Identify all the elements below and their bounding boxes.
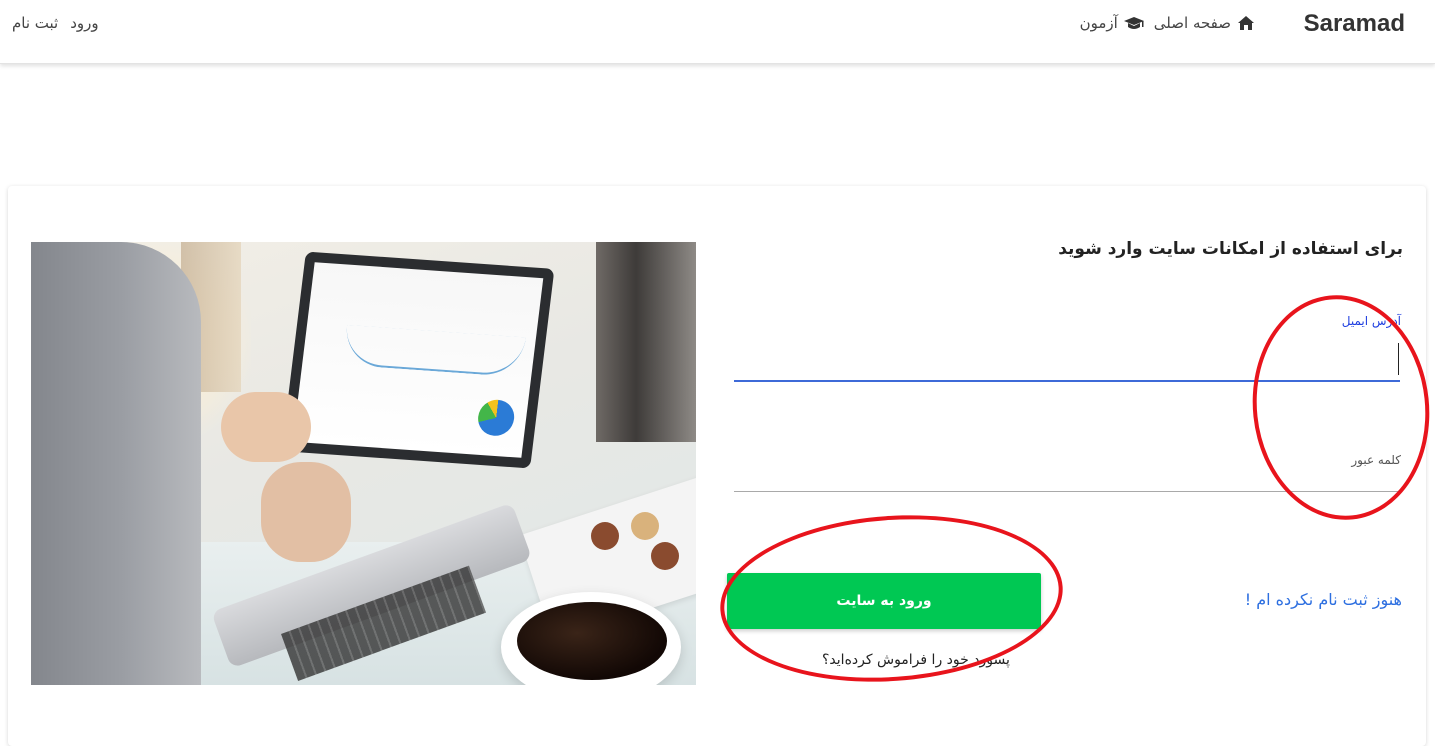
- password-field[interactable]: [734, 468, 1400, 492]
- register-link[interactable]: هنوز ثبت نام نکرده ام !: [1245, 590, 1402, 609]
- login-button[interactable]: ورود به سایت: [727, 573, 1041, 629]
- form-title: برای استفاده از امکانات سایت وارد شوید: [1058, 239, 1403, 259]
- text-caret: [1398, 343, 1399, 375]
- hero-image: [31, 242, 696, 685]
- nav-exam-label: آزمون: [1079, 14, 1118, 32]
- email-field[interactable]: [734, 340, 1400, 382]
- home-icon: [1237, 15, 1255, 31]
- forgot-password-link[interactable]: پسورد خود را فراموش کرده‌اید؟: [822, 652, 1010, 668]
- graduation-cap-icon: [1123, 15, 1144, 31]
- nav-auth: ورود ثبت نام: [12, 14, 99, 32]
- email-label: آدرس ایمیل: [1341, 314, 1401, 328]
- nav-item-home[interactable]: صفحه اصلی: [1154, 14, 1255, 32]
- brand-logo[interactable]: Saramad: [1304, 10, 1405, 38]
- nav-menu: صفحه اصلی آزمون: [1080, 14, 1255, 32]
- password-label: کلمه عبور: [1351, 453, 1401, 467]
- navbar: Saramad صفحه اصلی آزمون ورود ثبت نام: [0, 0, 1435, 64]
- nav-login-link[interactable]: ورود: [70, 14, 98, 32]
- nav-item-exam[interactable]: آزمون: [1080, 14, 1144, 32]
- nav-home-label: صفحه اصلی: [1153, 14, 1231, 32]
- nav-register-link[interactable]: ثبت نام: [12, 14, 58, 32]
